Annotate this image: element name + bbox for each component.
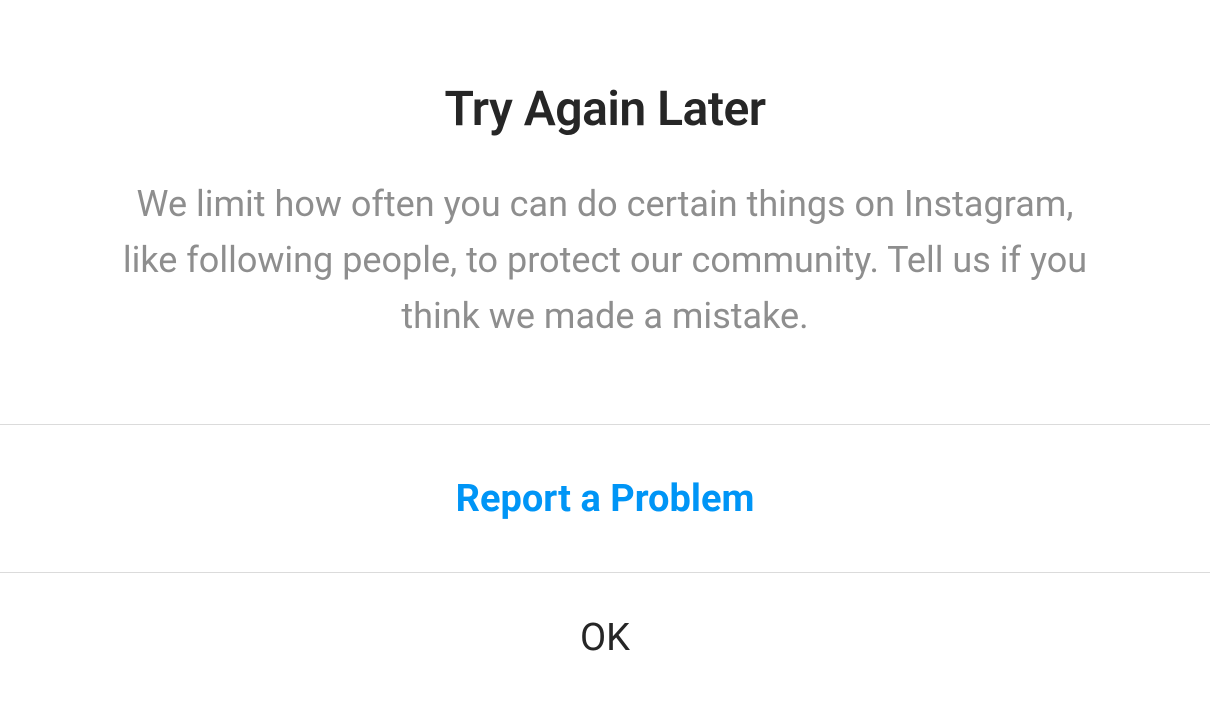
dialog-title: Try Again Later [110,80,1100,137]
dialog-content: Try Again Later We limit how often you c… [0,0,1210,424]
ok-button[interactable]: OK [0,572,1210,712]
report-problem-button[interactable]: Report a Problem [0,424,1210,572]
dialog-message: We limit how often you can do certain th… [110,177,1100,344]
